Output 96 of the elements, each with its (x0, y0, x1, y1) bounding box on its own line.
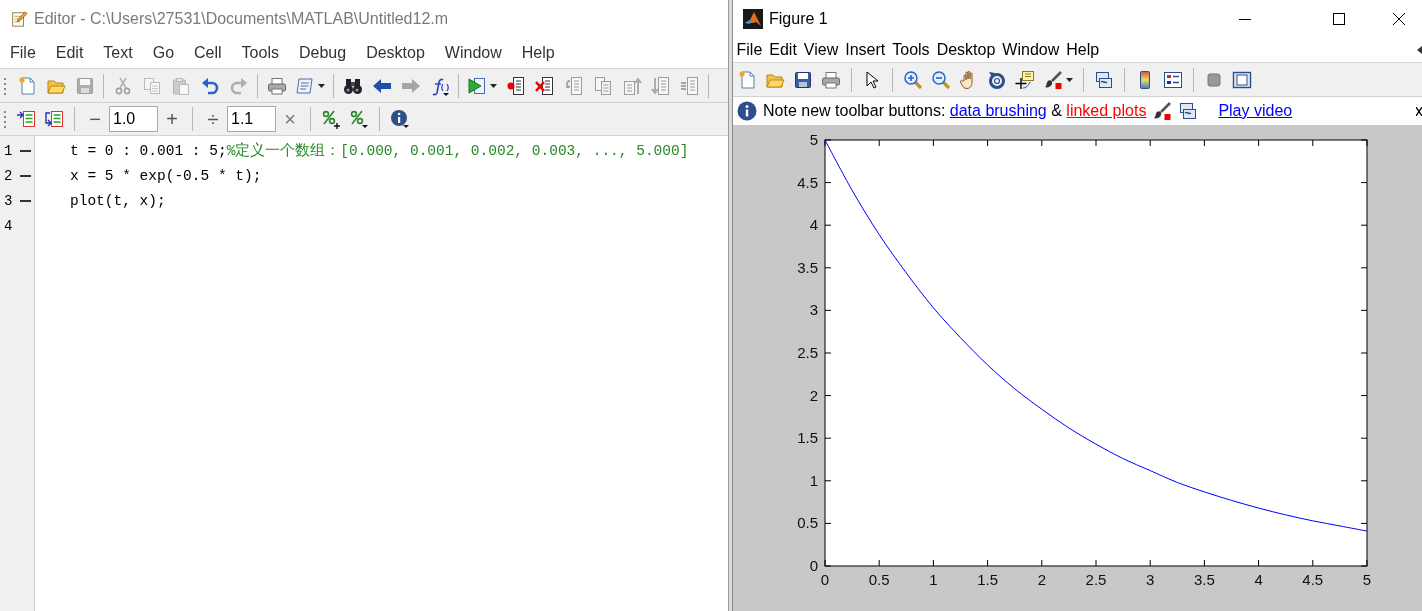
printer-icon[interactable] (266, 75, 287, 96)
x-tick-label: 0 (820, 571, 830, 588)
toolbar-grip-icon[interactable] (3, 75, 7, 96)
caret-icon[interactable] (1066, 77, 1073, 82)
logo-icon (743, 8, 763, 29)
document-icon[interactable] (295, 75, 315, 96)
code-line: plot(t, x); (70, 191, 167, 211)
y-tick-label: 3.5 (797, 258, 818, 276)
menu-item[interactable]: Cell (184, 43, 232, 62)
info-icon (737, 101, 757, 121)
y-tick-label: 0.5 (797, 514, 818, 532)
line-number: 2 (4, 167, 14, 184)
menu-item[interactable]: Window (998, 40, 1063, 59)
brush-icon[interactable] (1043, 69, 1063, 90)
caret-icon[interactable] (490, 83, 497, 88)
y-tick-label: 4.5 (797, 173, 818, 191)
dash-icon[interactable] (20, 149, 31, 152)
menu-item[interactable]: Help (511, 43, 565, 62)
close-icon[interactable] (1393, 12, 1405, 25)
increment-field[interactable]: 1.0 (109, 106, 158, 132)
dash-icon[interactable] (20, 199, 31, 202)
caret-icon[interactable] (318, 83, 325, 88)
maximize-icon[interactable] (1333, 12, 1345, 25)
menu-item[interactable]: Text (93, 43, 143, 62)
info-dropdown-icon[interactable] (390, 109, 410, 129)
text-link[interactable]: data brushing (949, 102, 1047, 119)
menu-item[interactable]: Go (142, 43, 185, 62)
menu-item[interactable]: Debug (288, 43, 357, 62)
code-line: t = 0 : 0.001 : 5;%定义一个数组：[0.000, 0.001, 0.002, 0.003, ..., 5.000] (70, 141, 690, 161)
menu-item[interactable]: Window (434, 43, 512, 62)
window-title: Figure 1 (769, 9, 828, 28)
x-tick-label: 3 (1146, 571, 1155, 588)
x-tick-label: 1 (929, 571, 938, 588)
y-tick-label: 2.5 (797, 344, 818, 361)
zoom-out-icon[interactable] (931, 69, 951, 90)
y-tick-label: 5 (809, 131, 818, 148)
window-title: Editor - C:\Users\27531\Documents\MATLAB\Untitled12.m (34, 9, 449, 28)
menu-item[interactable]: File (733, 40, 766, 59)
x-tick-label: 4 (1254, 571, 1263, 588)
page-cross-icon[interactable] (534, 75, 555, 96)
menu-item[interactable]: Help (1062, 40, 1103, 59)
brush-icon[interactable] (1152, 101, 1173, 121)
menu-item[interactable]: Edit (765, 40, 801, 59)
x-tick-label: 3.5 (1193, 571, 1215, 588)
y-tick-label: 3 (809, 301, 818, 319)
menu-item[interactable]: Tools (231, 43, 289, 62)
printer-icon[interactable] (821, 69, 841, 90)
menu-item[interactable]: Desktop (933, 40, 999, 59)
list-arrow-icon[interactable] (16, 109, 36, 129)
y-tick-label: 2 (809, 386, 818, 404)
breakpoint-page-icon[interactable] (505, 75, 526, 96)
info-message: Note new toolbar buttons: data brushing & linked plots (763, 102, 1147, 120)
close-icon[interactable] (1416, 106, 1422, 116)
x-tick-label: 4.5 (1302, 571, 1324, 588)
dash-icon[interactable] (20, 174, 31, 177)
line-number: 3 (4, 192, 14, 209)
menu-item[interactable]: Edit (45, 43, 94, 62)
y-tick-label: 1.5 (797, 429, 818, 447)
linked-windows-icon[interactable] (1178, 101, 1199, 121)
run-icon[interactable] (467, 75, 487, 96)
x-tick-label: 1.5 (977, 571, 999, 588)
percent-dropdown-icon[interactable] (349, 109, 369, 129)
multiply-button[interactable]: × (276, 106, 304, 132)
x-tick-label: 2.5 (1085, 571, 1107, 588)
linked-windows-icon[interactable] (1094, 69, 1114, 90)
x-tick-label: 0.5 (868, 571, 890, 588)
y-tick-label: 1 (809, 471, 818, 489)
save-icon[interactable] (793, 69, 813, 90)
menu-item[interactable]: View (800, 40, 842, 59)
notepad-icon (10, 9, 28, 28)
text-link[interactable]: linked plots (1066, 102, 1147, 119)
rotate-icon[interactable] (987, 69, 1007, 90)
line-number: 4 (4, 217, 14, 234)
menu-item[interactable]: Insert (841, 40, 889, 59)
y-tick-label: 0 (809, 557, 818, 574)
dock-arrow-icon[interactable] (1417, 45, 1422, 54)
window-frame-icon[interactable] (1232, 69, 1252, 90)
scale-field[interactable]: 1.1 (227, 106, 276, 132)
zoom-in-icon[interactable] (903, 69, 923, 90)
list-arrow-icon[interactable] (44, 109, 64, 129)
menu-item[interactable]: File (0, 43, 46, 62)
minus-button[interactable]: − (81, 106, 109, 132)
line-number: 1 (4, 142, 14, 159)
divide-button[interactable]: ÷ (199, 106, 227, 132)
plus-button[interactable]: + (158, 106, 186, 132)
code-line: x = 5 * exp(-0.5 * t); (70, 166, 263, 186)
y-tick-label: 4 (809, 216, 818, 234)
x-tick-label: 5 (1362, 571, 1372, 588)
video-link[interactable]: Play video (1218, 102, 1293, 120)
toolbar-grip-icon[interactable] (3, 109, 7, 129)
data-cursor-icon[interactable] (1015, 69, 1035, 90)
x-tick-label: 2 (1037, 571, 1046, 588)
legend-icon[interactable] (1163, 69, 1183, 90)
menu-item[interactable]: Tools (888, 40, 934, 59)
percent-plus-icon[interactable] (321, 109, 341, 129)
menu-item[interactable]: Desktop (356, 43, 435, 62)
